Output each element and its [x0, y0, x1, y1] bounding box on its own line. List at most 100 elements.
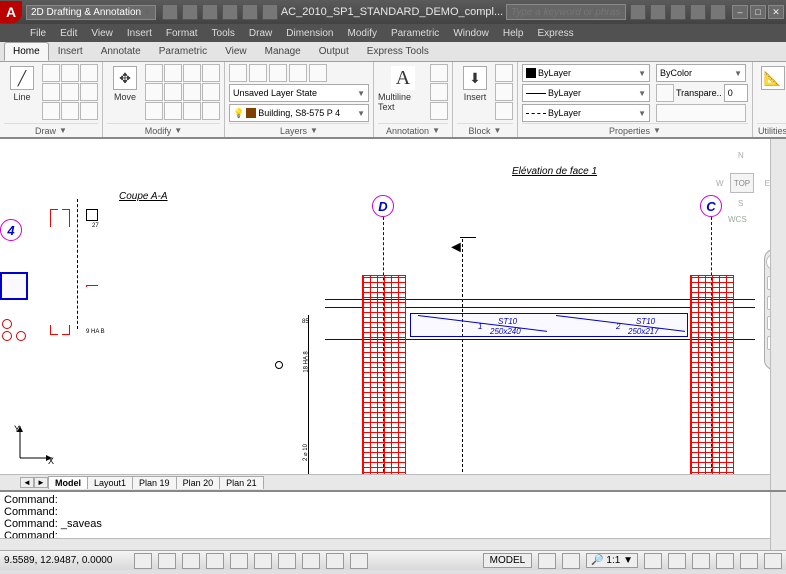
plotstyle-combo[interactable]: ByColor▼ — [656, 64, 746, 82]
list-icon[interactable] — [656, 104, 746, 122]
grid-toggle[interactable] — [158, 553, 176, 569]
cmd-scrollbar-horizontal[interactable] — [0, 538, 770, 550]
otrack-toggle[interactable] — [254, 553, 272, 569]
quickview-drawings-icon[interactable] — [562, 553, 580, 569]
canvas-scrollbar-vertical[interactable] — [770, 139, 786, 490]
line-button[interactable]: ╱ Line — [4, 64, 40, 102]
transparency-value-box[interactable]: 0 — [724, 84, 748, 102]
menu-parametric[interactable]: Parametric — [385, 26, 445, 41]
ribbon-tab-view[interactable]: View — [216, 42, 256, 61]
panel-expand-icon[interactable]: ▼ — [174, 126, 182, 135]
mtext-button[interactable]: A Multiline Text — [378, 64, 428, 112]
lwt-toggle[interactable] — [326, 553, 344, 569]
quickview-layouts-icon[interactable] — [538, 553, 556, 569]
arc-icon[interactable] — [80, 64, 98, 82]
hatch-icon[interactable] — [80, 83, 98, 101]
insert-button[interactable]: ⬇ Insert — [457, 64, 493, 102]
rectangle-icon[interactable] — [42, 83, 60, 101]
command-window[interactable]: Command:Command:Command: _saveasCommand: — [0, 490, 786, 550]
qat-open-icon[interactable] — [182, 4, 198, 20]
qat-save-icon[interactable] — [202, 4, 218, 20]
fillet-icon[interactable] — [164, 83, 182, 101]
ducs-toggle[interactable] — [278, 553, 296, 569]
menu-modify[interactable]: Modify — [342, 26, 383, 41]
menu-dimension[interactable]: Dimension — [280, 26, 339, 41]
explode-icon[interactable] — [183, 83, 201, 101]
app-menu-button[interactable]: A — [0, 1, 22, 23]
copy-icon[interactable] — [145, 64, 163, 82]
coordinates-display[interactable]: 9.5589, 12.9487, 0.0000 — [4, 555, 112, 566]
layout-tab-model[interactable]: Model — [48, 476, 88, 489]
dyn-toggle[interactable] — [302, 553, 320, 569]
clean-screen-icon[interactable] — [764, 553, 782, 569]
menu-view[interactable]: View — [85, 26, 119, 41]
join-icon[interactable] — [202, 102, 220, 120]
current-layer-combo[interactable]: 💡 Building, S8-575 P 4 ▼ — [229, 104, 369, 122]
layout-tab-plan-21[interactable]: Plan 21 — [219, 476, 264, 489]
menu-insert[interactable]: Insert — [121, 26, 158, 41]
mirror-icon[interactable] — [145, 83, 163, 101]
cmd-scrollbar-vertical[interactable] — [770, 492, 786, 550]
layer-freeze-icon[interactable] — [229, 64, 247, 82]
ribbon-tab-output[interactable]: Output — [310, 42, 358, 61]
hardware-accel-icon[interactable] — [716, 553, 734, 569]
model-space-button[interactable]: MODEL — [483, 553, 533, 568]
subscription-icon[interactable] — [650, 4, 666, 20]
layout-nav-arrow[interactable]: ► — [34, 477, 48, 488]
menu-express[interactable]: Express — [531, 26, 579, 41]
menu-window[interactable]: Window — [447, 26, 495, 41]
layer-prop-icon[interactable] — [309, 64, 327, 82]
qp-toggle[interactable] — [350, 553, 368, 569]
menu-tools[interactable]: Tools — [206, 26, 241, 41]
polar-toggle[interactable] — [206, 553, 224, 569]
menu-edit[interactable]: Edit — [54, 26, 83, 41]
annotation-visibility-icon[interactable] — [644, 553, 662, 569]
viewcube-face[interactable]: TOP — [730, 173, 754, 193]
create-block-icon[interactable] — [495, 64, 513, 82]
help-search-input[interactable] — [506, 4, 626, 20]
layout-nav-arrow[interactable]: ◄ — [20, 477, 34, 488]
workspace-switch-icon[interactable] — [668, 553, 686, 569]
search-icon[interactable] — [630, 4, 646, 20]
ribbon-tab-home[interactable]: Home — [4, 42, 49, 61]
annotation-scale[interactable]: 🔎 1:1 ▼ — [586, 553, 638, 568]
color-combo[interactable]: ByLayer▼ — [522, 64, 650, 82]
osnap-toggle[interactable] — [230, 553, 248, 569]
toolbar-lock-icon[interactable] — [692, 553, 710, 569]
panel-expand-icon[interactable]: ▼ — [494, 126, 502, 135]
layout-tab-plan-20[interactable]: Plan 20 — [176, 476, 221, 489]
move-button[interactable]: ✥ Move — [107, 64, 143, 102]
offset-icon[interactable] — [145, 102, 163, 120]
layer-lock-icon[interactable] — [269, 64, 287, 82]
menu-help[interactable]: Help — [497, 26, 530, 41]
array-icon[interactable] — [202, 83, 220, 101]
panel-expand-icon[interactable]: ▼ — [310, 126, 318, 135]
layer-off-icon[interactable] — [249, 64, 267, 82]
edit-block-icon[interactable] — [495, 83, 513, 101]
menu-draw[interactable]: Draw — [243, 26, 278, 41]
circle-icon[interactable] — [61, 64, 79, 82]
ellipse-icon[interactable] — [61, 83, 79, 101]
region-icon[interactable] — [80, 102, 98, 120]
close-button[interactable]: ✕ — [768, 5, 784, 19]
qat-redo-icon[interactable] — [242, 4, 258, 20]
maximize-button[interactable]: □ — [750, 5, 766, 19]
attr-block-icon[interactable] — [495, 102, 513, 120]
erase-icon[interactable] — [202, 64, 220, 82]
panel-expand-icon[interactable]: ▼ — [432, 126, 440, 135]
ortho-toggle[interactable] — [182, 553, 200, 569]
workspace-switcher[interactable]: 2D Drafting & Annotation ▼ — [26, 5, 156, 20]
drawing-canvas[interactable]: Coupe A-A Elévation de face 1 4 D C ◄ 1 … — [0, 138, 786, 490]
polyline-icon[interactable] — [42, 64, 60, 82]
wcs-label[interactable]: WCS — [728, 215, 747, 224]
scale-icon[interactable] — [164, 102, 182, 120]
ribbon-tab-manage[interactable]: Manage — [256, 42, 310, 61]
layer-state-combo[interactable]: Unsaved Layer State ▼ — [229, 84, 369, 102]
layout-tab-plan-19[interactable]: Plan 19 — [132, 476, 177, 489]
trim-icon[interactable] — [183, 64, 201, 82]
menu-format[interactable]: Format — [160, 26, 204, 41]
leader-icon[interactable] — [430, 83, 448, 101]
lineweight-combo[interactable]: ByLayer▼ — [522, 84, 650, 102]
utilities-button[interactable]: 📐 — [757, 64, 786, 90]
qat-undo-icon[interactable] — [222, 4, 238, 20]
